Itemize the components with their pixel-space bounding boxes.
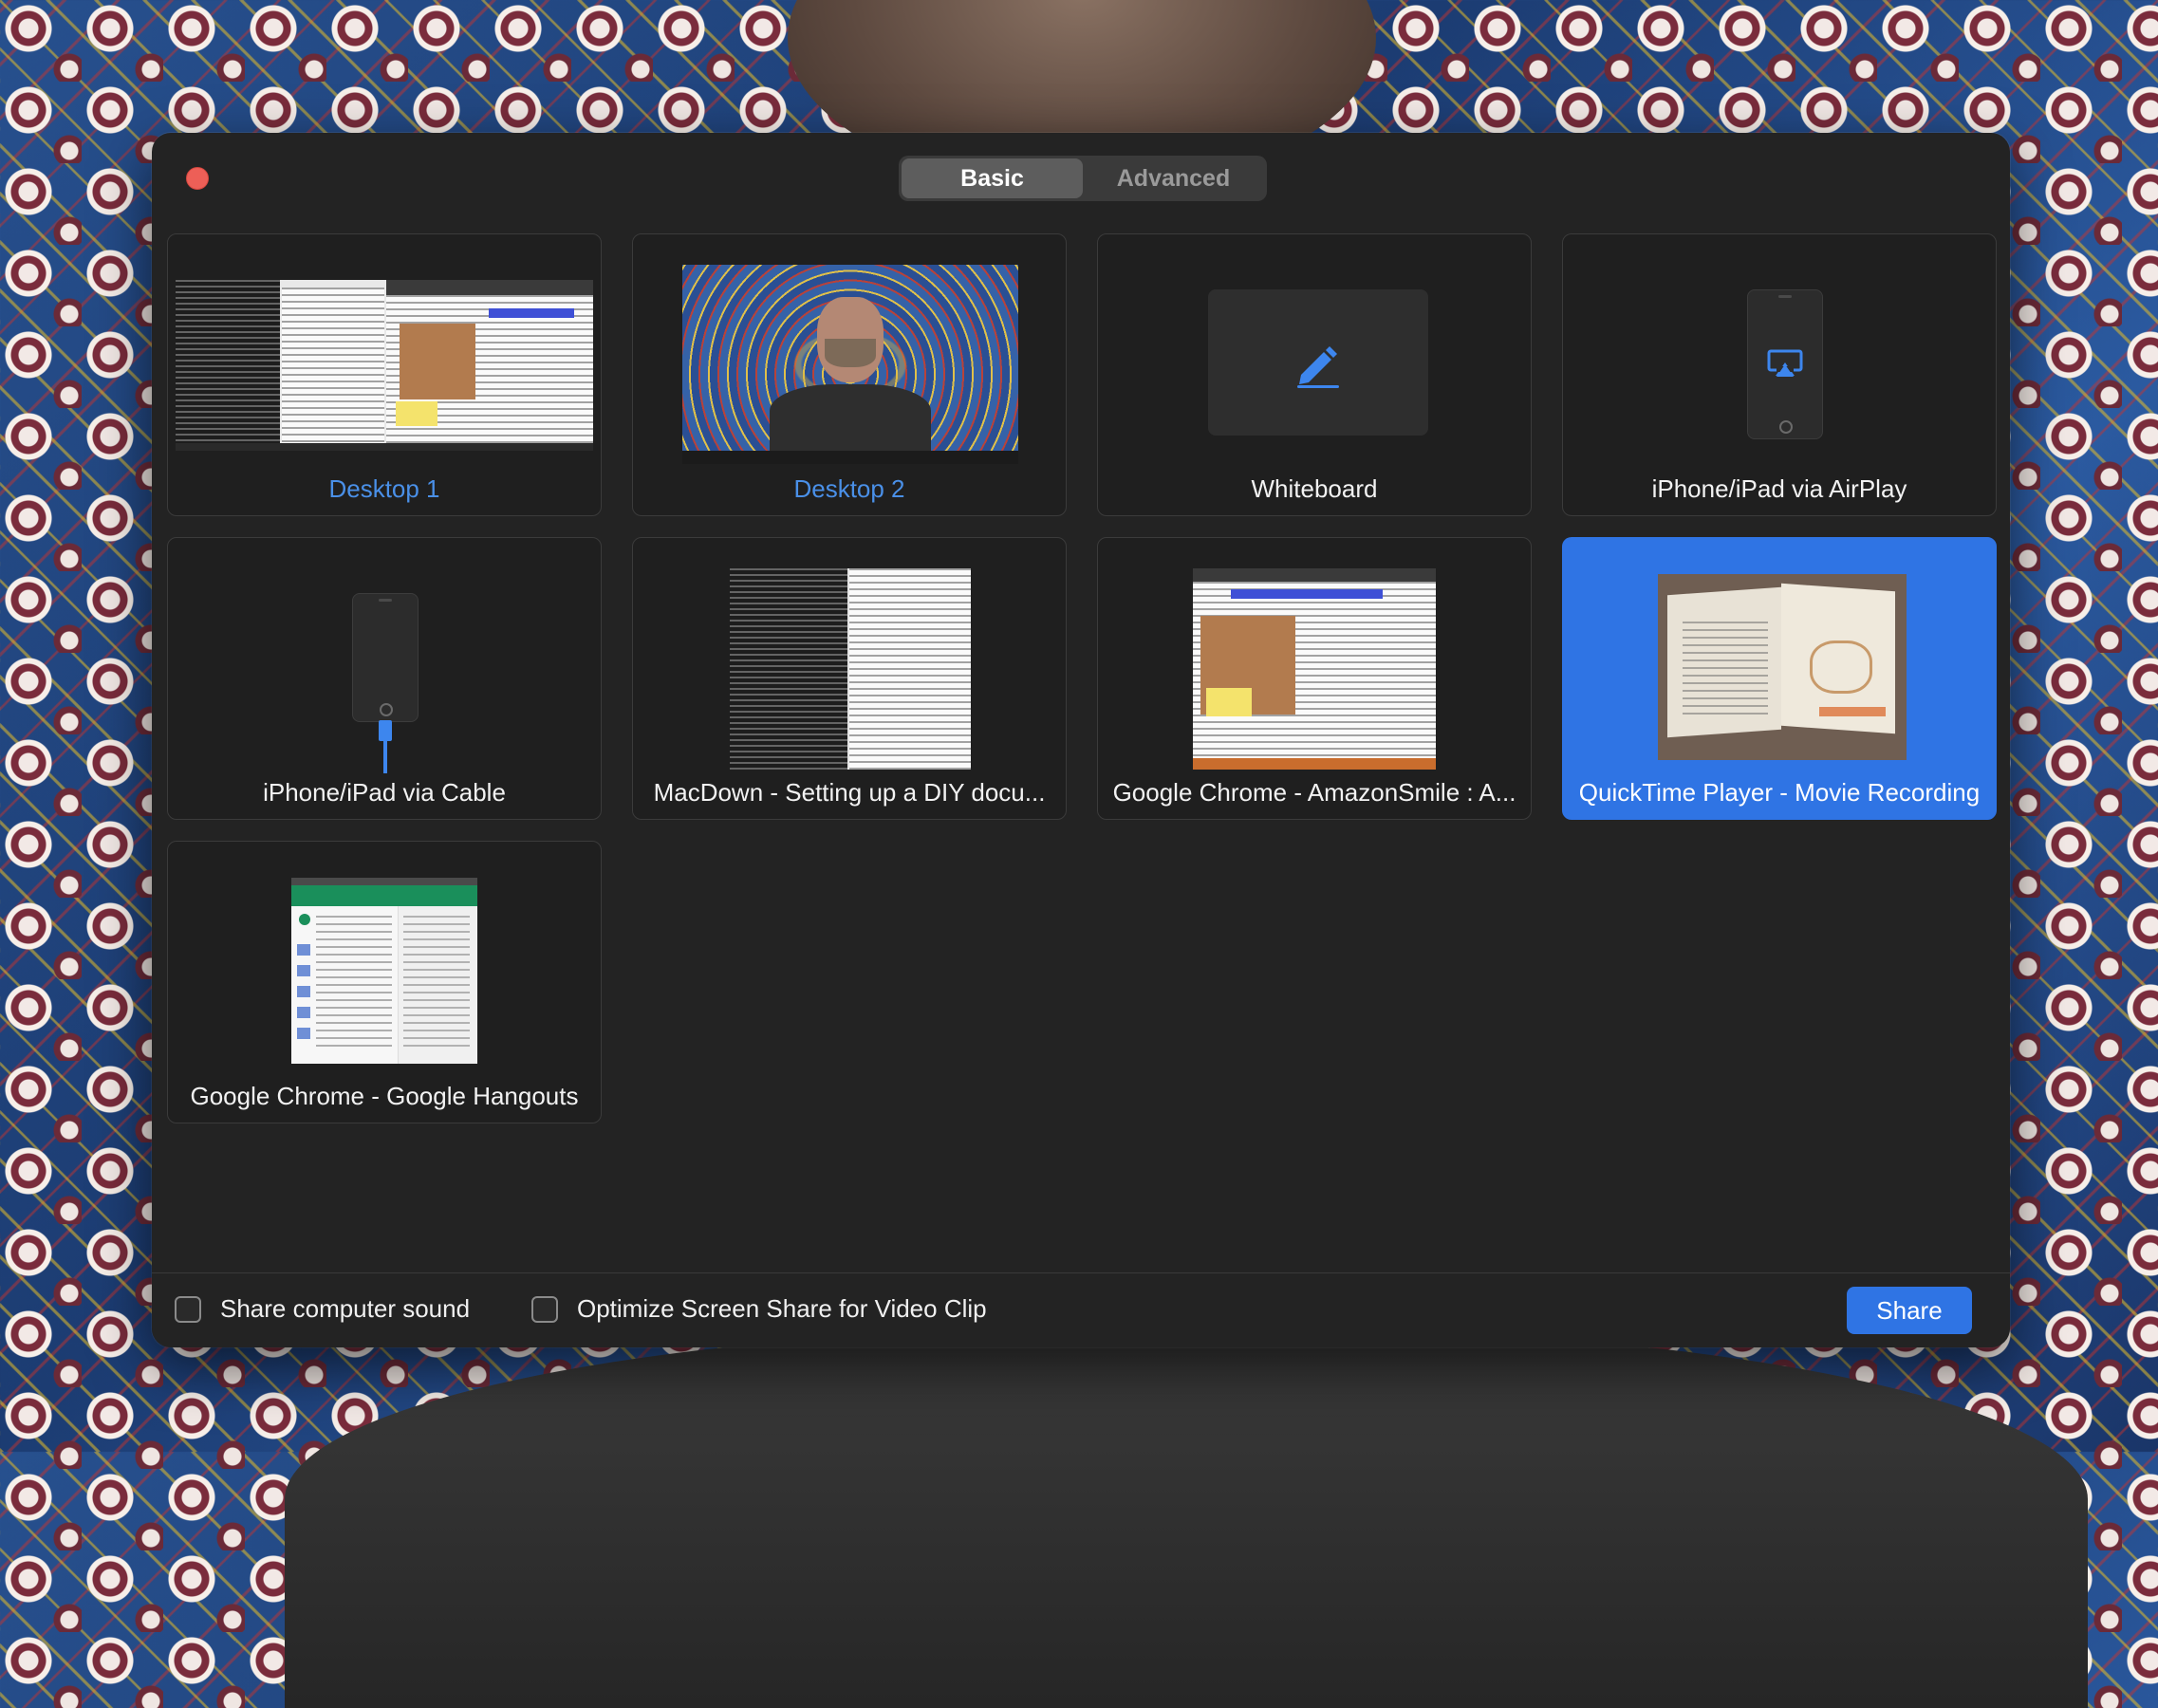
tile-desktop-1[interactable]: Desktop 1 <box>167 233 602 516</box>
tab-advanced[interactable]: Advanced <box>1083 158 1264 198</box>
desktop-1-thumbnail <box>176 280 593 451</box>
share-sound-checkbox[interactable] <box>175 1295 201 1323</box>
tile-iphone-airplay[interactable]: iPhone/iPad via AirPlay <box>1562 233 1997 516</box>
tile-iphone-cable[interactable]: iPhone/iPad via Cable <box>167 537 602 820</box>
tile-quicktime[interactable]: QuickTime Player - Movie Recording <box>1562 537 1997 820</box>
quicktime-thumbnail <box>1658 574 1907 760</box>
amazon-thumbnail <box>1193 568 1436 770</box>
optimize-video-option[interactable]: Optimize Screen Share for Video Clip <box>531 1294 987 1324</box>
share-sound-label: Share computer sound <box>220 1294 471 1323</box>
phone-outline <box>352 593 419 722</box>
airplay-icon <box>1767 349 1803 377</box>
macdown-thumbnail <box>730 568 971 770</box>
tile-whiteboard[interactable]: Whiteboard <box>1097 233 1532 516</box>
share-button[interactable]: Share <box>1847 1287 1972 1334</box>
close-button[interactable] <box>186 167 209 190</box>
tile-label: MacDown - Setting up a DIY docu... <box>653 778 1046 807</box>
tile-label: Whiteboard <box>1251 474 1378 503</box>
pencil-icon <box>1297 346 1339 388</box>
hangouts-thumbnail <box>291 878 477 1064</box>
tile-label: Desktop 2 <box>793 474 905 503</box>
tile-chrome-hangouts[interactable]: Google Chrome - Google Hangouts <box>167 841 602 1123</box>
tile-desktop-2[interactable]: Desktop 2 <box>632 233 1067 516</box>
tile-label: Google Chrome - AmazonSmile : A... <box>1112 778 1516 807</box>
optimize-video-label: Optimize Screen Share for Video Clip <box>577 1294 987 1323</box>
mode-tabs: Basic Advanced <box>899 156 1267 201</box>
tile-label: iPhone/iPad via Cable <box>263 778 506 807</box>
share-sound-option[interactable]: Share computer sound <box>175 1294 470 1324</box>
whiteboard-preview <box>1208 289 1428 436</box>
lightning-cable-icon <box>379 720 392 773</box>
tile-label: Google Chrome - Google Hangouts <box>190 1082 579 1110</box>
tile-label: iPhone/iPad via AirPlay <box>1651 474 1907 503</box>
tile-chrome-amazon[interactable]: Google Chrome - AmazonSmile : A... <box>1097 537 1532 820</box>
share-screen-dialog: Basic Advanced Desktop 1 Desktop 2 White… <box>152 133 2010 1347</box>
person-shirt <box>285 1328 2088 1708</box>
tile-macdown[interactable]: MacDown - Setting up a DIY docu... <box>632 537 1067 820</box>
tile-label: QuickTime Player - Movie Recording <box>1578 778 1981 807</box>
phone-outline <box>1747 289 1823 439</box>
tab-basic[interactable]: Basic <box>902 158 1083 198</box>
desktop-2-thumbnail <box>682 265 1018 464</box>
tile-label: Desktop 1 <box>328 474 440 503</box>
options-bar: Share computer sound Optimize Screen Sha… <box>152 1272 2010 1347</box>
optimize-video-checkbox[interactable] <box>531 1295 558 1323</box>
